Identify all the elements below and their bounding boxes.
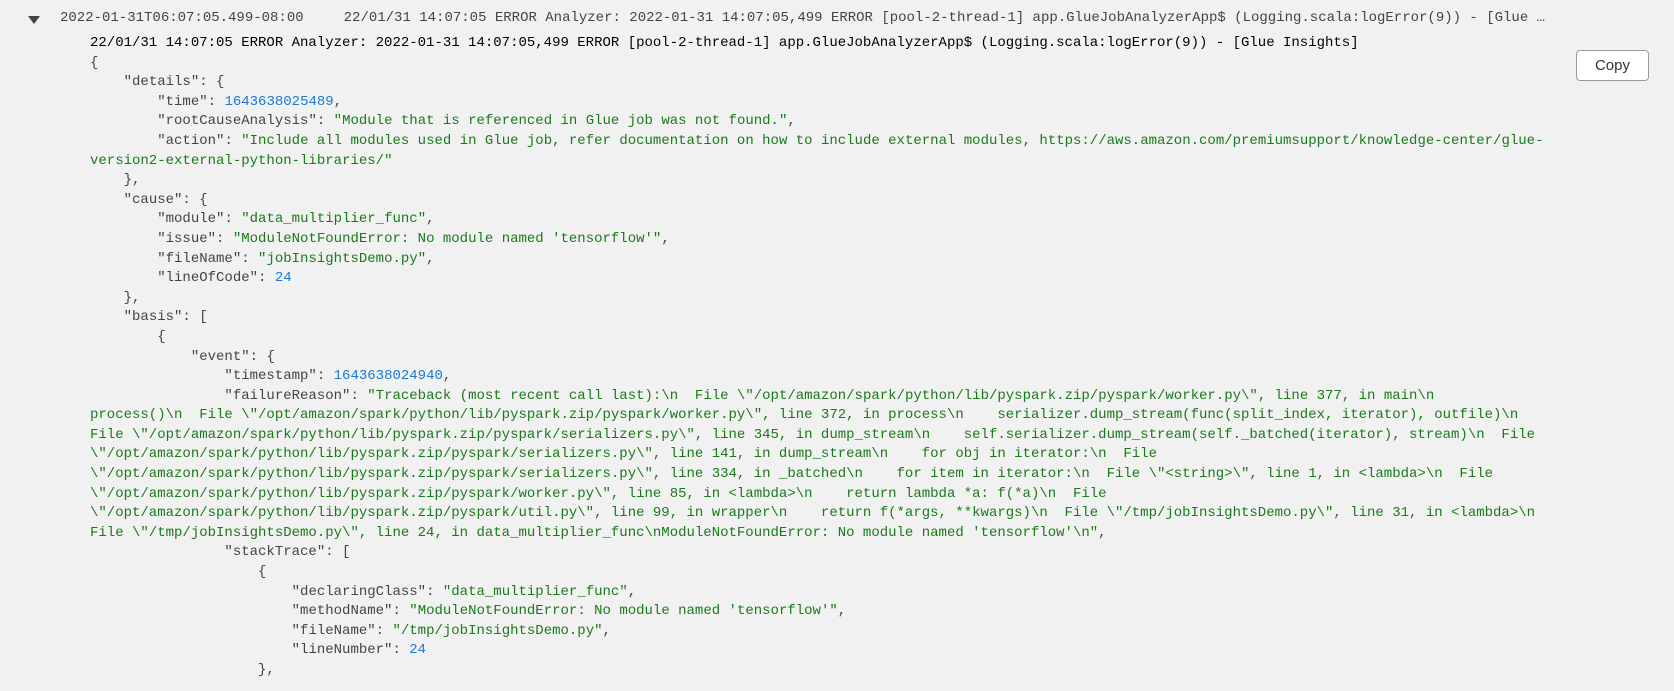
log-summary-row[interactable]: 2022-01-31T06:07:05.499-08:00 22/01/31 1… (10, 10, 1654, 26)
cause-lineofcode: 24 (275, 270, 292, 286)
details-time: 1643638025489 (224, 94, 333, 110)
stacktrace-methodname: ModuleNotFoundError: No module named 'te… (418, 603, 830, 619)
details-rootcause: Module that is referenced in Glue job wa… (342, 113, 779, 129)
expand-toggle-icon[interactable] (28, 16, 40, 24)
details-action: Include all modules used in Glue job, re… (90, 133, 1543, 169)
log-timestamp: 2022-01-31T06:07:05.499-08:00 (60, 10, 304, 26)
stacktrace-linenumber: 24 (409, 642, 426, 658)
log-entry: 2022-01-31T06:07:05.499-08:00 22/01/31 1… (0, 0, 1674, 691)
cause-issue: ModuleNotFoundError: No module named 'te… (241, 231, 653, 247)
detail-header-line: 22/01/31 14:07:05 ERROR Analyzer: 2022-0… (90, 35, 1359, 51)
cause-module: data_multiplier_func (250, 211, 418, 227)
log-summary-text: 22/01/31 14:07:05 ERROR Analyzer: 2022-0… (344, 10, 1654, 26)
stacktrace-declaringclass: data_multiplier_func (451, 584, 619, 600)
event-timestamp: 1643638024940 (334, 368, 443, 384)
log-detail-body: 22/01/31 14:07:05 ERROR Analyzer: 2022-0… (90, 34, 1554, 681)
stacktrace-filename: /tmp/jobInsightsDemo.py (401, 623, 594, 639)
cause-filename: jobInsightsDemo.py (266, 251, 417, 267)
copy-button[interactable]: Copy (1576, 50, 1649, 81)
event-failurereason: Traceback (most recent call last):\n Fil… (90, 388, 1552, 541)
